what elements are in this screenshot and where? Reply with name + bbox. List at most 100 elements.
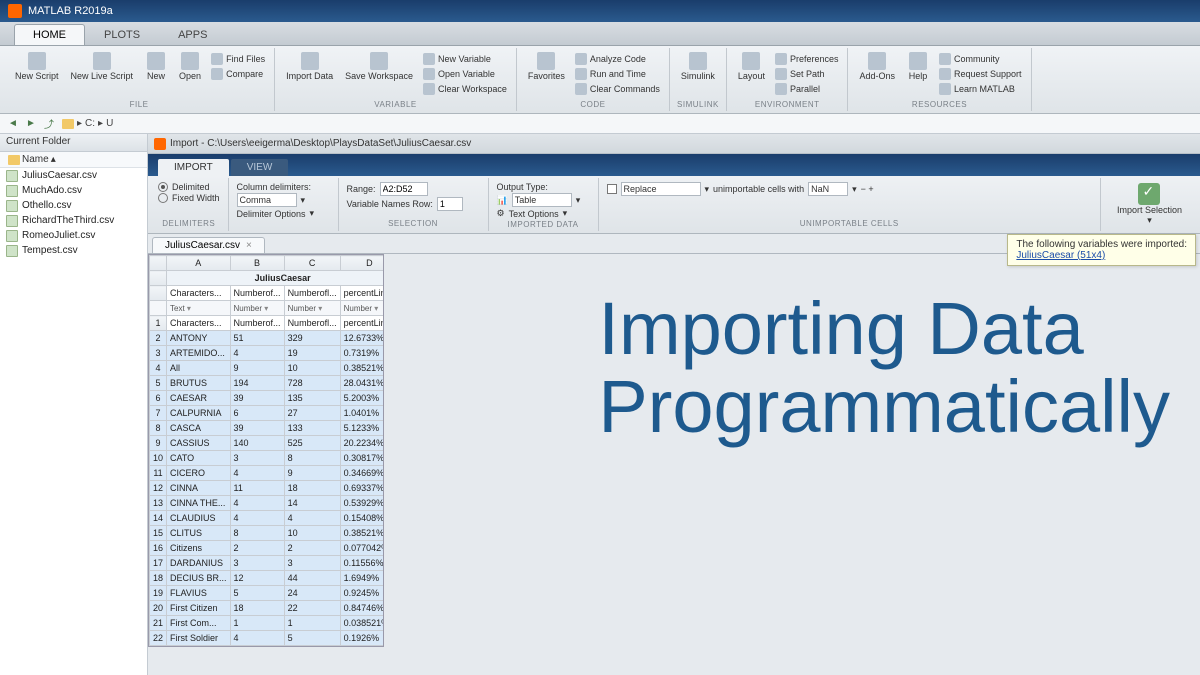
cell[interactable]: 5.1233% [340, 421, 384, 436]
cell[interactable]: 0.38521% [340, 361, 384, 376]
cell[interactable]: CLITUS [167, 526, 231, 541]
cell[interactable]: DECIUS BR... [167, 571, 231, 586]
cell[interactable]: 133 [284, 421, 340, 436]
cell[interactable]: CASSIUS [167, 436, 231, 451]
cell[interactable]: 0.1926% [340, 631, 384, 646]
tab-import[interactable]: IMPORT [158, 159, 229, 176]
cell[interactable]: 14 [284, 496, 340, 511]
compare-button[interactable]: Compare [208, 67, 268, 81]
cell[interactable]: 4 [230, 631, 284, 646]
cell[interactable]: Citizens [167, 541, 231, 556]
cell[interactable]: FLAVIUS [167, 586, 231, 601]
cell[interactable]: First Com... [167, 616, 231, 631]
varnames-row-input[interactable] [437, 197, 463, 211]
type-select[interactable]: Text [167, 301, 231, 316]
tab-home[interactable]: HOME [14, 24, 85, 45]
cell[interactable]: 0.34669% [340, 466, 384, 481]
header-cell[interactable]: Numberofl... [284, 286, 340, 301]
cell[interactable]: CLAUDIUS [167, 511, 231, 526]
delimiter-options-button[interactable]: Delimiter Options [237, 209, 306, 219]
data-grid[interactable]: ABCDJuliusCaesarCharacters...Numberof...… [148, 254, 384, 647]
replace-checkbox[interactable] [607, 184, 617, 194]
preferences-button[interactable]: Preferences [772, 52, 842, 66]
imported-variable-link[interactable]: JuliusCaesar (51x4) [1016, 250, 1105, 261]
cell[interactable]: 28.0431% [340, 376, 384, 391]
cell[interactable]: 19 [284, 346, 340, 361]
cell[interactable]: 8 [230, 526, 284, 541]
analyze-code-button[interactable]: Analyze Code [572, 52, 663, 66]
cell[interactable]: 5 [230, 586, 284, 601]
cell[interactable]: 51 [230, 331, 284, 346]
cell[interactable]: 1.0401% [340, 406, 384, 421]
request-support-button[interactable]: Request Support [936, 67, 1025, 81]
cell[interactable]: Numberof... [230, 316, 284, 331]
community-button[interactable]: Community [936, 52, 1025, 66]
cell[interactable]: CINNA THE... [167, 496, 231, 511]
favorites-button[interactable]: Favorites [523, 50, 570, 96]
open-button[interactable]: Open [174, 50, 206, 83]
delimiter-select[interactable]: Comma [237, 193, 297, 207]
cell[interactable]: 10 [284, 526, 340, 541]
file-item[interactable]: JuliusCaesar.csv [0, 168, 147, 183]
cell[interactable]: 12 [230, 571, 284, 586]
file-item[interactable]: RichardTheThird.csv [0, 213, 147, 228]
parallel-button[interactable]: Parallel [772, 82, 842, 96]
cell[interactable]: CAESAR [167, 391, 231, 406]
nav-fwd-icon[interactable]: ► [24, 117, 38, 131]
cell[interactable]: 24 [284, 586, 340, 601]
range-input[interactable] [380, 182, 428, 196]
type-select[interactable]: Number [284, 301, 340, 316]
close-icon[interactable]: × [246, 240, 252, 251]
open-variable-button[interactable]: Open Variable [420, 67, 510, 81]
cell[interactable]: DARDANIUS [167, 556, 231, 571]
cell[interactable]: 9 [284, 466, 340, 481]
run-and-time-button[interactable]: Run and Time [572, 67, 663, 81]
cell[interactable]: 4 [284, 511, 340, 526]
new-button[interactable]: New [140, 50, 172, 83]
new-script-button[interactable]: New Script [10, 50, 64, 83]
cell[interactable]: First Citizen [167, 601, 231, 616]
cell[interactable]: 18 [230, 601, 284, 616]
cell[interactable]: All [167, 361, 231, 376]
cell[interactable]: 27 [284, 406, 340, 421]
cell[interactable]: CINNA [167, 481, 231, 496]
cell[interactable]: percentLines [340, 316, 384, 331]
cell[interactable]: 10 [284, 361, 340, 376]
help-button[interactable]: Help [902, 50, 934, 96]
cell[interactable]: ANTONY [167, 331, 231, 346]
header-cell[interactable]: Characters... [167, 286, 231, 301]
cell[interactable]: 39 [230, 421, 284, 436]
cell[interactable]: 2 [284, 541, 340, 556]
output-type-select[interactable]: Table [512, 193, 572, 207]
new-live-script-button[interactable]: New Live Script [66, 50, 139, 83]
new-variable-button[interactable]: New Variable [420, 52, 510, 66]
cell[interactable]: 0.9245% [340, 586, 384, 601]
cell[interactable]: 2 [230, 541, 284, 556]
tab-apps[interactable]: APPS [159, 24, 226, 45]
cell[interactable]: CALPURNIA [167, 406, 231, 421]
header-cell[interactable]: Numberof... [230, 286, 284, 301]
cell[interactable]: 4 [230, 466, 284, 481]
clear-commands-button[interactable]: Clear Commands [572, 82, 663, 96]
cell[interactable]: 44 [284, 571, 340, 586]
cell[interactable]: 1.6949% [340, 571, 384, 586]
cell[interactable]: BRUTUS [167, 376, 231, 391]
cell[interactable]: 6 [230, 406, 284, 421]
cell[interactable]: 194 [230, 376, 284, 391]
cell[interactable]: 8 [284, 451, 340, 466]
cell[interactable]: 5 [284, 631, 340, 646]
cell[interactable]: 0.038521% [340, 616, 384, 631]
variable-name-cell[interactable]: JuliusCaesar [167, 271, 384, 286]
layout-button[interactable]: Layout [733, 50, 770, 96]
cell[interactable]: 18 [284, 481, 340, 496]
radio-delimited[interactable] [158, 182, 168, 192]
cell[interactable]: 1 [284, 616, 340, 631]
cell[interactable]: 0.15408% [340, 511, 384, 526]
cell[interactable]: 11 [230, 481, 284, 496]
cell[interactable]: 728 [284, 376, 340, 391]
file-item[interactable]: MuchAdo.csv [0, 183, 147, 198]
addons-button[interactable]: Add-Ons [854, 50, 900, 96]
cell[interactable]: Numberofl... [284, 316, 340, 331]
nav-back-icon[interactable]: ◄ [6, 117, 20, 131]
file-item[interactable]: Tempest.csv [0, 243, 147, 258]
